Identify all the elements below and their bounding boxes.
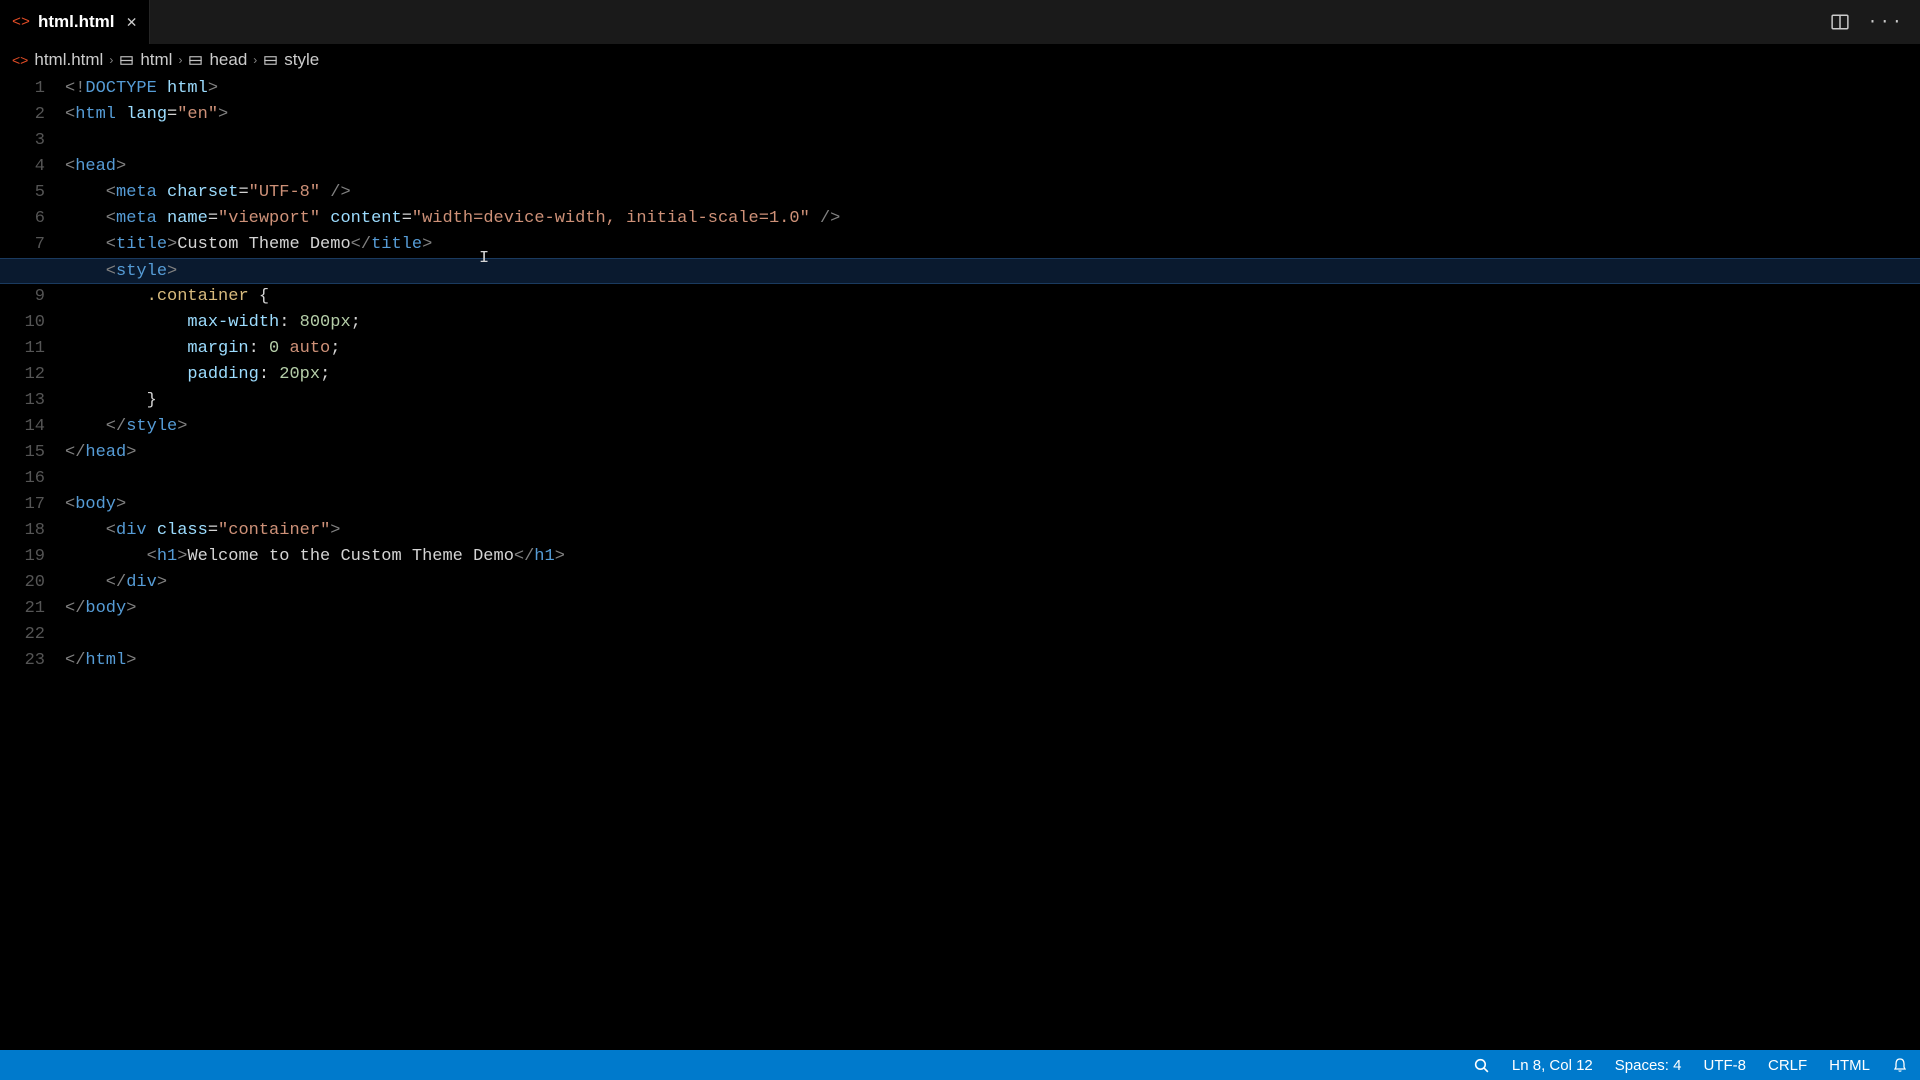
breadcrumb: <> html.html › html › head › style [0, 44, 1920, 76]
symbol-icon [119, 53, 134, 68]
breadcrumb-file[interactable]: html.html [34, 50, 103, 70]
breadcrumb-head[interactable]: head [209, 50, 247, 70]
tab-actions: ··· [1831, 13, 1920, 32]
editor[interactable]: 1 2 3 4 5 6 7 8 9 10 11 12 13 14 15 16 1… [0, 76, 1920, 1050]
tab-active[interactable]: <> html.html ✕ [0, 0, 150, 44]
chevron-right-icon: › [109, 53, 113, 67]
chevron-right-icon: › [253, 53, 257, 67]
chevron-right-icon: › [178, 53, 182, 67]
html-file-icon: <> [12, 14, 30, 31]
html-file-icon: <> [12, 52, 28, 68]
status-spaces[interactable]: Spaces: 4 [1615, 1057, 1682, 1074]
status-ln-col[interactable]: Ln 8, Col 12 [1512, 1057, 1593, 1074]
close-icon[interactable]: ✕ [127, 12, 137, 33]
tab-bar: <> html.html ✕ ··· [0, 0, 1920, 44]
more-actions-icon[interactable]: ··· [1867, 13, 1904, 32]
breadcrumb-html[interactable]: html [140, 50, 172, 70]
status-bar: Ln 8, Col 12 Spaces: 4 UTF-8 CRLF HTML [0, 1050, 1920, 1080]
split-editor-icon[interactable] [1831, 13, 1849, 31]
symbol-icon [263, 53, 278, 68]
symbol-icon [188, 53, 203, 68]
search-icon[interactable] [1473, 1057, 1490, 1074]
code-area[interactable]: I <!DOCTYPE html> <html lang="en"> <head… [65, 76, 1920, 1050]
status-language[interactable]: HTML [1829, 1057, 1870, 1074]
status-eol[interactable]: CRLF [1768, 1057, 1807, 1074]
tab-label: html.html [38, 12, 115, 32]
line-number-gutter: 1 2 3 4 5 6 7 8 9 10 11 12 13 14 15 16 1… [0, 76, 65, 1050]
breadcrumb-style[interactable]: style [284, 50, 319, 70]
bell-icon[interactable] [1892, 1057, 1908, 1073]
status-encoding[interactable]: UTF-8 [1703, 1057, 1746, 1074]
